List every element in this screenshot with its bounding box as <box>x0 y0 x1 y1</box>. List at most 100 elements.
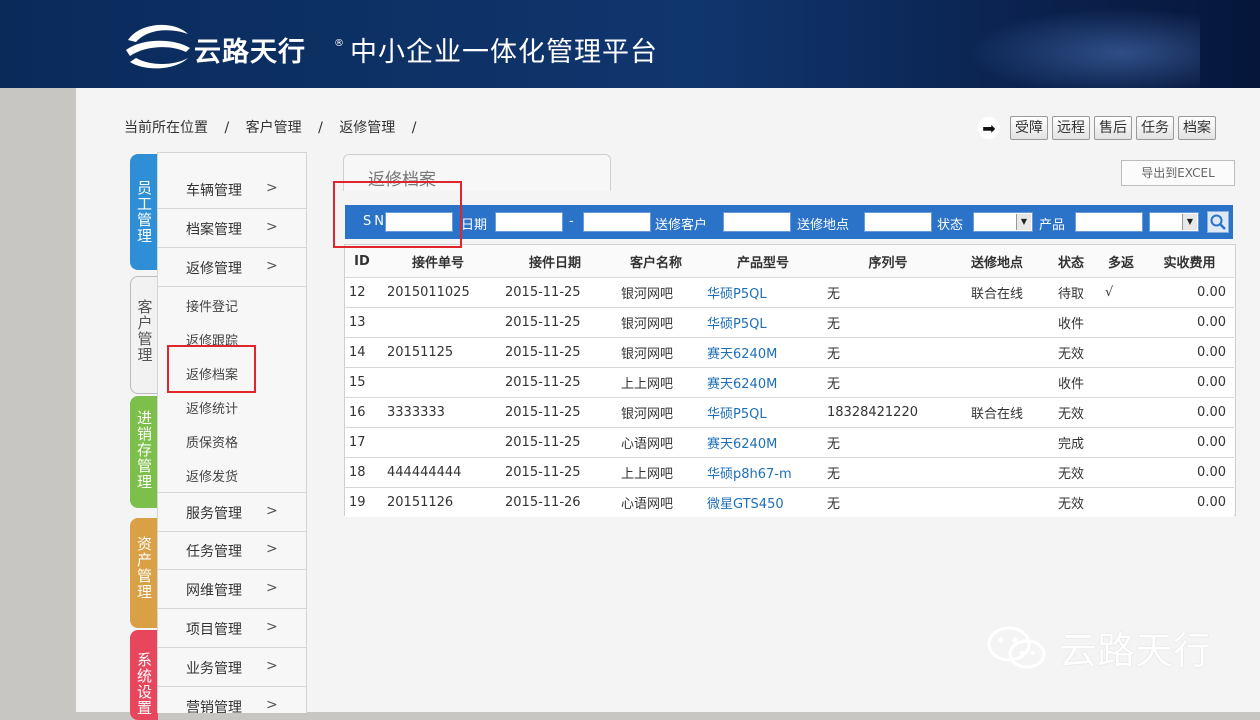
sidebar-item-label: 车辆管理 <box>186 183 242 199</box>
product-model-link[interactable]: 华硕p8h67-m <box>699 457 827 488</box>
sidebar-subitem-shipping[interactable]: 返修发货 <box>186 466 238 485</box>
column-header: 送修地点 <box>970 255 1023 271</box>
product-model-link[interactable]: 微星GTS450 <box>699 487 827 517</box>
quick-button-task[interactable]: 任务 <box>1136 116 1174 140</box>
customer-input[interactable] <box>723 212 791 232</box>
breadcrumb-customer-mgmt[interactable]: 客户管理 <box>246 117 302 137</box>
quick-button-archive[interactable]: 档案 <box>1178 116 1216 140</box>
product-model-link[interactable]: 华硕P5QL <box>699 277 827 308</box>
export-excel-button[interactable]: 导出到EXCEL <box>1121 160 1235 186</box>
table-row[interactable]: 15 2015-11-25 上上网吧 赛天6240M 无 收件 0.00 <box>345 367 1234 398</box>
location-label: 送修地点 <box>797 218 850 233</box>
quick-button-fault[interactable]: 受障 <box>1010 116 1048 140</box>
table-cell: 无效 <box>1045 487 1097 517</box>
table-cell: 上上网吧 <box>613 457 699 488</box>
dropdown-arrow-icon: ▼ <box>1016 214 1031 230</box>
tab-inventory-mgmt[interactable]: 进销存管理 <box>130 396 158 508</box>
breadcrumb: 当前所在位置 / 客户管理 / 返修管理 / <box>124 117 428 137</box>
sidebar-item-marketing-mgmt[interactable]: 营销管理 > <box>158 687 306 713</box>
table-row[interactable]: 18 444444444 2015-11-25 上上网吧 华硕p8h67-m 无 无效 0.0… <box>345 457 1234 488</box>
table-cell: 17 <box>345 427 379 458</box>
table-cell: 收件 <box>1045 307 1097 338</box>
dropdown-arrow-icon: ▼ <box>1182 214 1197 230</box>
table-cell: 无 <box>827 427 949 458</box>
product-model-link[interactable]: 赛天6240M <box>699 337 827 368</box>
status-label: 状态 <box>937 218 964 233</box>
sidebar-subitem-intake[interactable]: 接件登记 <box>186 296 238 315</box>
table-row[interactable]: 17 2015-11-25 心语网吧 赛天6240M 无 完成 0.00 <box>345 427 1234 458</box>
column-header: 接件单号 <box>411 255 464 271</box>
tab-label: 客户管理 <box>137 298 153 364</box>
product-input[interactable] <box>1075 212 1143 232</box>
product-model-link[interactable]: 华硕P5QL <box>699 307 827 338</box>
sidebar-item-business-mgmt[interactable]: 业务管理 > <box>158 648 306 687</box>
table-row[interactable]: 19 20151126 2015-11-26 心语网吧 微星GTS450 无 无效 0.00 <box>345 487 1234 517</box>
brand-name: 云路天行 <box>194 37 306 68</box>
table-cell: 2015-11-25 <box>497 457 613 488</box>
date-start-input[interactable] <box>495 212 563 232</box>
table-row[interactable]: 12 2015011025 2015-11-25 银河网吧 华硕P5QL 无联合在线 待取 √… <box>345 277 1234 308</box>
table-cell: 0.00 <box>1145 397 1234 428</box>
product-model-link[interactable]: 赛天6240M <box>699 367 827 398</box>
table-cell: 心语网吧 <box>613 427 699 458</box>
sidebar-item-vehicle-mgmt[interactable]: 车辆管理 > <box>158 170 306 209</box>
status-select[interactable]: ▼ <box>973 212 1033 232</box>
location-input[interactable] <box>864 212 932 232</box>
sidebar-item-label: 营销管理 <box>186 700 242 713</box>
sidebar-item-repair-mgmt[interactable]: 返修管理 > <box>158 248 306 287</box>
sidebar-item-task-mgmt[interactable]: 任务管理 > <box>158 531 306 570</box>
sidebar-item-archive-mgmt[interactable]: 档案管理 > <box>158 209 306 248</box>
highlight-box-repair-archive <box>167 345 256 393</box>
header-glow <box>940 0 1200 88</box>
table-cell: 13 <box>345 307 379 338</box>
sidebar-item-project-mgmt[interactable]: 项目管理 > <box>158 609 306 648</box>
tab-system-settings[interactable]: 系统设置 <box>130 630 158 720</box>
table-row[interactable]: 13 2015-11-25 银河网吧 华硕P5QL 无 收件 0.00 <box>345 307 1234 338</box>
table-cell: √ <box>1097 277 1145 308</box>
sidebar-subitem-statistics[interactable]: 返修统计 <box>186 398 238 417</box>
sidebar-item-service-mgmt[interactable]: 服务管理 > <box>158 492 306 532</box>
product-label: 产品 <box>1039 218 1066 233</box>
sidebar-item-label: 业务管理 <box>186 661 242 677</box>
sidebar-item-netmaint-mgmt[interactable]: 网维管理 > <box>158 570 306 609</box>
column-header: 序列号 <box>868 255 908 271</box>
customer-label: 送修客户 <box>655 218 708 233</box>
table-cell: 18 <box>345 457 379 488</box>
search-button[interactable] <box>1207 211 1229 233</box>
table-cell: 0.00 <box>1145 337 1234 368</box>
table-cell <box>949 457 1045 488</box>
product-model-link[interactable]: 赛天6240M <box>699 427 827 458</box>
table-cell: 2015011025 <box>379 277 497 308</box>
date-end-input[interactable] <box>583 212 651 232</box>
table-cell <box>1097 307 1145 338</box>
table-cell: 银河网吧 <box>613 277 699 308</box>
quick-button-aftersale[interactable]: 售后 <box>1094 116 1132 140</box>
table-cell: 无 <box>827 337 949 368</box>
table-cell <box>1097 337 1145 368</box>
table-cell: 0.00 <box>1145 427 1234 458</box>
sidebar-subitem-warranty[interactable]: 质保资格 <box>186 432 238 451</box>
table-cell: 2015-11-25 <box>497 367 613 398</box>
product-select[interactable]: ▼ <box>1149 212 1199 232</box>
chevron-right-icon: > <box>266 541 278 557</box>
filter-bar: SN 日期 - 送修客户 送修地点 状态 ▼ 产品 ▼ <box>345 205 1233 239</box>
breadcrumb-repair-mgmt[interactable]: 返修管理 <box>339 117 395 137</box>
table-row[interactable]: 16 3333333 2015-11-25 银河网吧 华硕P5QL 18328421220… <box>345 397 1234 428</box>
quick-button-remote[interactable]: 远程 <box>1052 116 1090 140</box>
search-icon <box>1210 214 1226 230</box>
product-model-link[interactable]: 华硕P5QL <box>699 397 827 428</box>
watermark: 云路天行 <box>985 620 1211 675</box>
table-cell: 无效 <box>1045 337 1097 368</box>
tab-asset-mgmt[interactable]: 资产管理 <box>130 518 158 628</box>
tab-customer-mgmt[interactable]: 客户管理 <box>130 276 158 394</box>
sidebar-item-label: 任务管理 <box>186 544 242 560</box>
table-row[interactable]: 14 20151125 2015-11-25 银河网吧 赛天6240M 无 无效 0.00 <box>345 337 1234 368</box>
column-header: 状态 <box>1057 255 1084 271</box>
table-cell: 无 <box>827 487 949 517</box>
table-cell <box>1097 367 1145 398</box>
table-cell: 12 <box>345 277 379 308</box>
breadcrumb-location-label: 当前所在位置 <box>124 120 208 136</box>
tab-staff-mgmt[interactable]: 员工管理 <box>130 154 158 270</box>
table-cell: 2015-11-26 <box>497 487 613 517</box>
table-cell: 无 <box>827 457 949 488</box>
